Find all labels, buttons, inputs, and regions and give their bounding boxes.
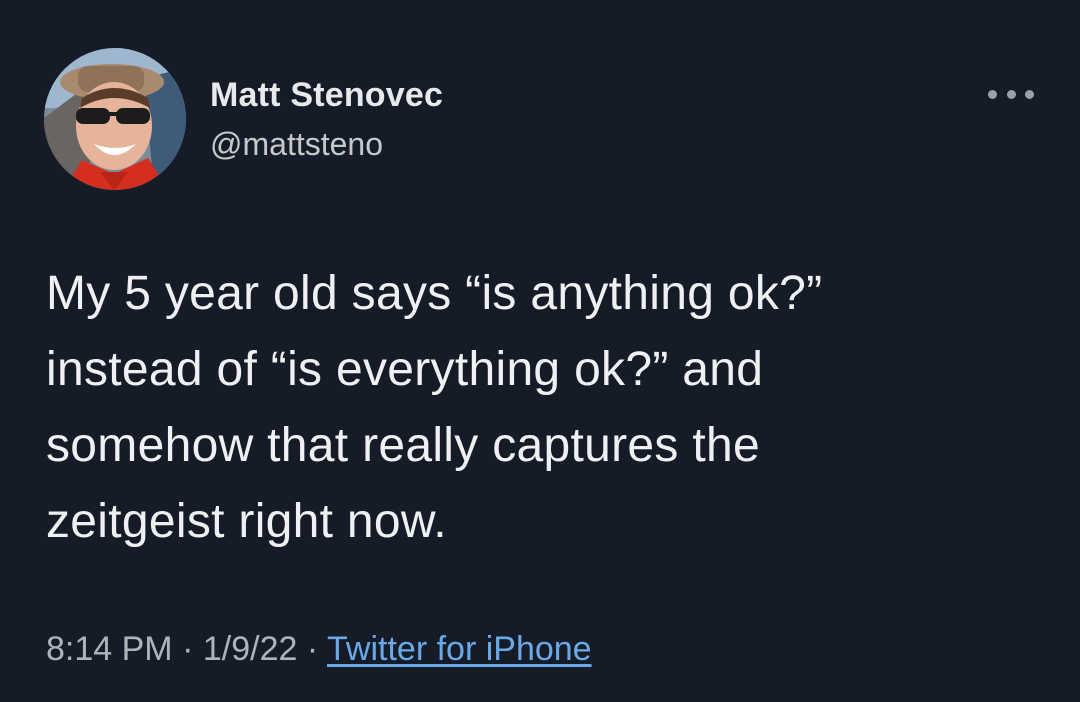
tweet-meta: 8:14 PM · 1/9/22 · Twitter for iPhone	[46, 630, 592, 669]
more-horizontal-icon-dot	[1006, 89, 1016, 99]
author-handle[interactable]: @mattsteno	[210, 126, 383, 163]
tweet-text-line: My 5 year old says “is anything ok?”	[46, 267, 823, 320]
tweet-time[interactable]: 8:14 PM	[46, 630, 173, 668]
avatar-image	[44, 48, 186, 190]
more-horizontal-icon	[988, 89, 997, 99]
author-name[interactable]: Matt Stenovec	[210, 76, 443, 115]
tweet-date[interactable]: 1/9/22	[203, 630, 298, 668]
meta-separator: ·	[182, 630, 194, 668]
tweet-source-link[interactable]: Twitter for iPhone	[327, 630, 592, 668]
tweet-text-line: zeitgeist right now.	[46, 495, 447, 548]
tweet-text-line: instead of “is everything ok?” and	[46, 343, 764, 396]
tweet-text-line: somehow that really captures the	[46, 419, 760, 472]
tweet-card: Matt Stenovec @mattsteno My 5 year old s…	[0, 0, 1080, 702]
more-horizontal-icon-dot	[1025, 89, 1034, 99]
tweet-text: My 5 year old says “is anything ok?” ins…	[46, 256, 1046, 560]
meta-separator: ·	[306, 630, 319, 668]
avatar[interactable]	[44, 48, 186, 190]
more-options-button[interactable]	[988, 82, 1034, 106]
